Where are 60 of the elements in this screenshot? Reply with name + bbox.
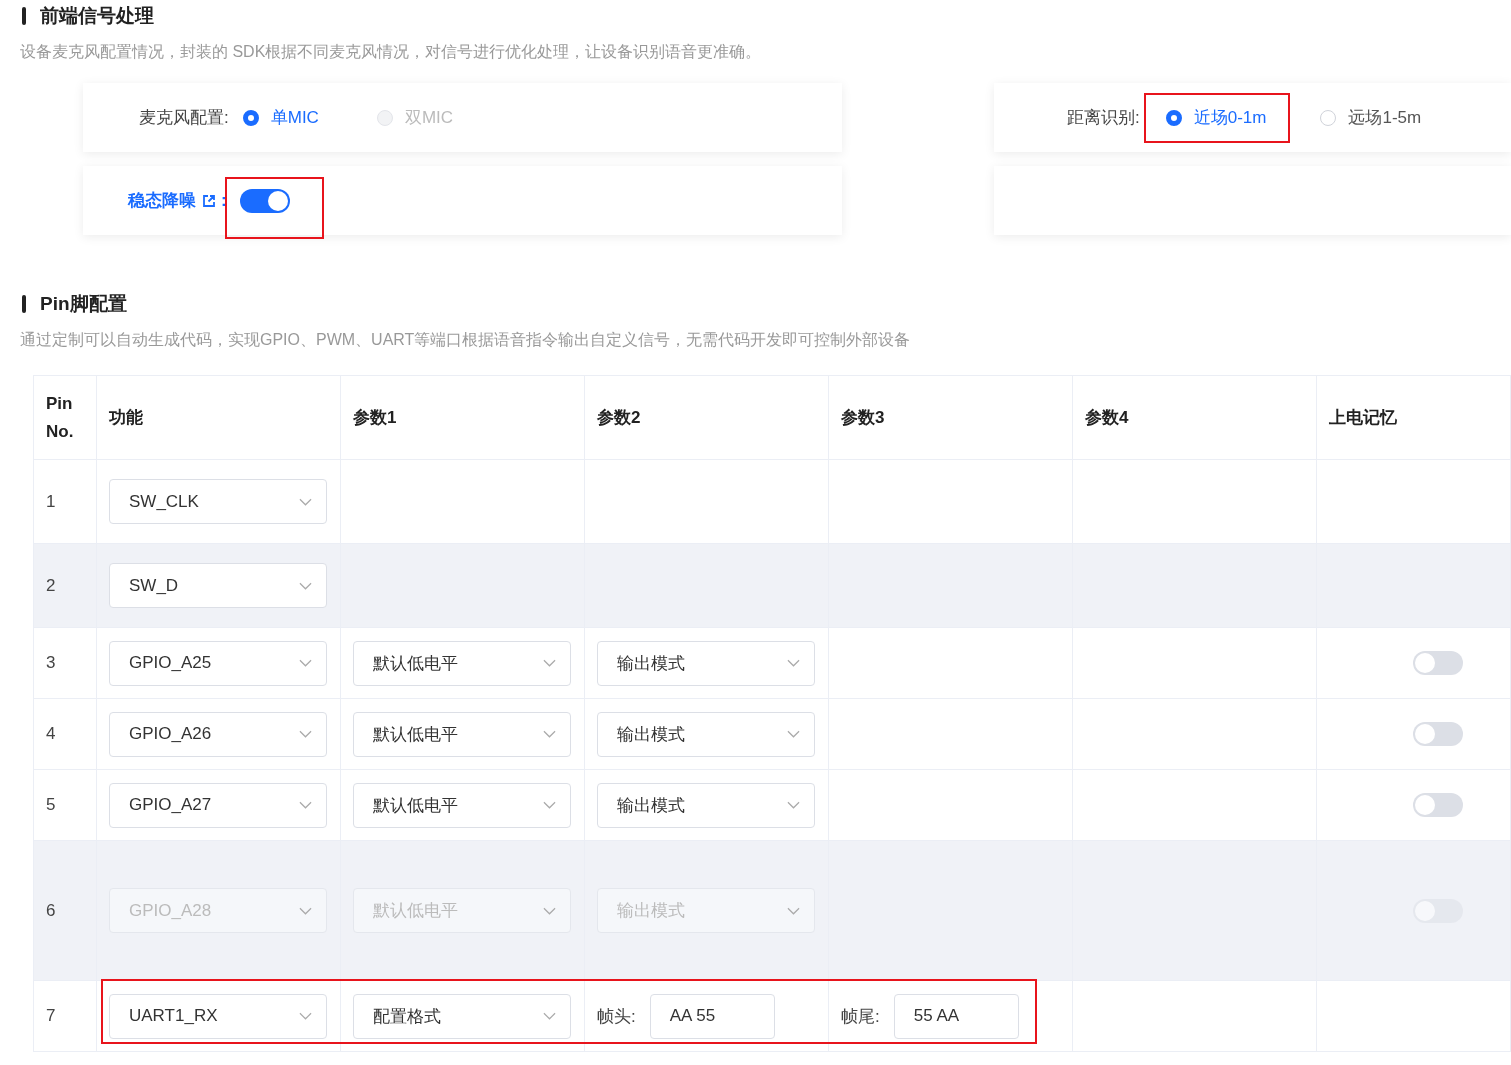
chevron-down-icon[interactable] [299,497,312,506]
column-header: 参数2 [597,407,641,429]
field-label: 帧头: [597,1005,636,1028]
dropdown-select[interactable]: SW_D [109,563,327,608]
dropdown-select[interactable]: SW_CLK [109,479,327,524]
field-label: 距离识别: [1067,107,1140,129]
dropdown-select[interactable]: 默认低电平 [353,640,571,686]
dropdown-select[interactable]: GPIO_A26 [109,711,327,757]
pin-number: 2 [46,575,56,596]
field-label: 麦克风配置: [139,107,229,129]
toggle-switch[interactable] [239,188,290,213]
input-field[interactable]: AA 55 [649,993,775,1039]
chevron-down-icon[interactable] [299,581,312,590]
chevron-down-icon[interactable] [787,730,800,738]
pin-number: 6 [46,900,56,921]
column-header: 参数4 [1085,407,1129,429]
dropdown-select[interactable]: 配置格式 [353,993,571,1039]
pin-number: 5 [46,795,56,815]
chevron-down-icon[interactable] [787,659,800,667]
chevron-down-icon[interactable] [543,659,556,667]
chevron-down-icon[interactable] [787,801,800,809]
chevron-down-icon[interactable] [299,730,312,738]
chevron-down-icon[interactable] [299,1012,312,1020]
dropdown-select[interactable]: GPIO_A27 [109,782,327,828]
chevron-down-icon[interactable] [299,659,312,667]
column-header: 参数1 [353,407,397,429]
label-colon: : [221,190,227,211]
pin-number: 1 [46,491,56,512]
section-description: 通过定制可以自动生成代码，实现GPIO、PWM、UART等端口根据语音指令输出自定义信号，无需代码开发即可控制外部设备 [20,330,912,350]
chevron-down-icon[interactable] [543,1012,556,1020]
noise-reduction-link[interactable]: 稳态降噪 [128,189,196,212]
dropdown-select[interactable]: GPIO_A25 [109,640,327,686]
chevron-down-icon[interactable] [299,801,312,809]
column-header: 参数3 [841,407,885,429]
chevron-down-icon[interactable] [543,801,556,809]
pin-number: 3 [46,653,56,673]
section-title: 前端信号处理 [40,4,154,28]
toggle-switch[interactable] [1413,722,1463,746]
pin-number: 4 [46,724,56,744]
input-field[interactable]: 55 AA [893,993,1019,1039]
toggle-switch[interactable] [1413,793,1463,817]
section-description: 设备麦克风配置情况，封装的 SDK根据不同麦克风情况，对信号进行优化处理，让设备识别语音更准确。 [20,42,763,62]
dropdown-select[interactable]: UART1_RX [109,993,327,1039]
radio-option[interactable]: 近场0-1m [1143,92,1291,143]
dropdown-select[interactable]: 默认低电平 [353,711,571,757]
dropdown-select[interactable]: 默认低电平 [353,782,571,828]
toggle-switch[interactable] [1413,651,1463,675]
dropdown-select[interactable]: 输出模式 [597,782,815,828]
field-label: 帧尾: [841,1005,880,1028]
column-header: 上电记忆 [1329,407,1397,429]
column-header: 功能 [109,407,143,429]
radio-option[interactable]: 单MIC [232,92,329,143]
chevron-down-icon[interactable] [543,730,556,738]
dropdown-select[interactable]: 输出模式 [597,640,815,686]
dropdown-select[interactable]: 输出模式 [597,711,815,757]
pin-number: 7 [46,1006,56,1026]
radio-option[interactable]: 远场1-5m [1310,92,1432,143]
column-header: Pin No. [46,392,75,443]
external-link-icon[interactable] [202,193,216,208]
section-title: Pin脚配置 [40,292,127,316]
